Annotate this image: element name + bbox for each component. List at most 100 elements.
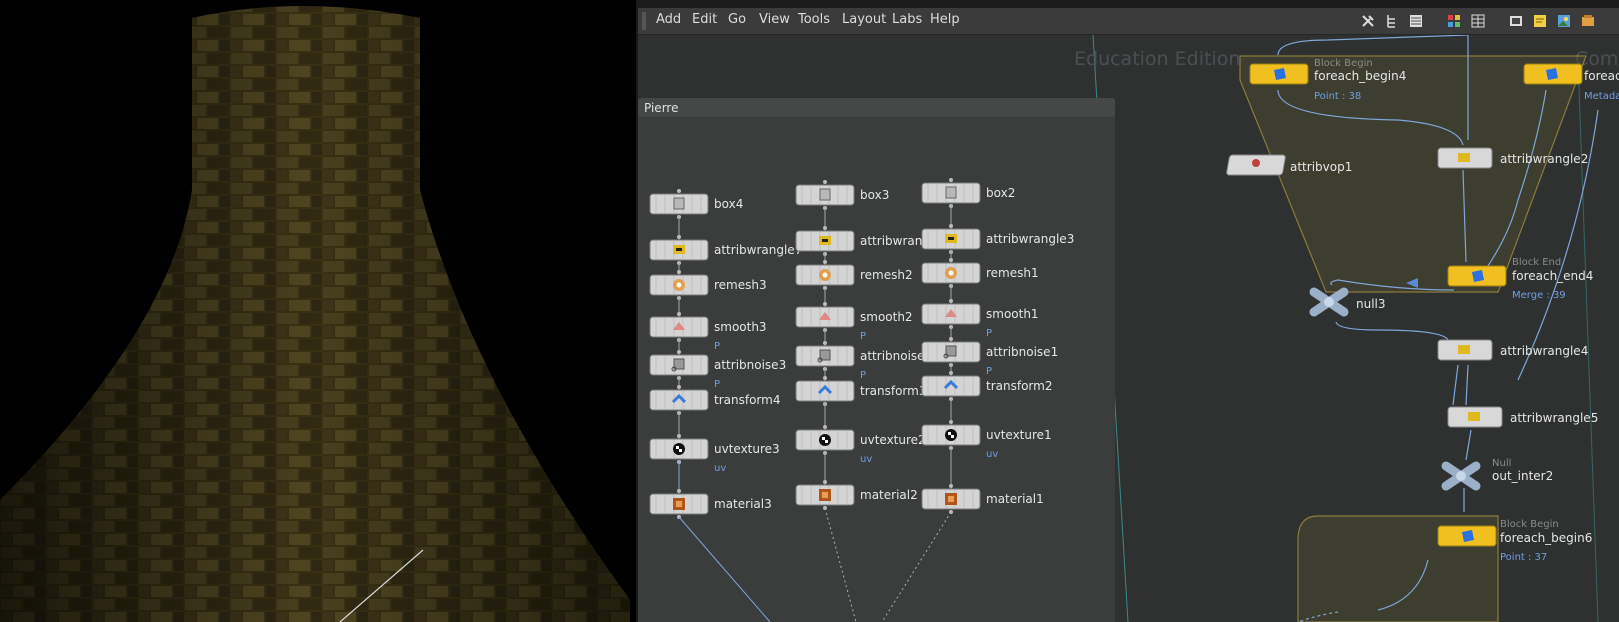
menu-help[interactable]: Help [930,12,960,27]
menu-grip[interactable] [642,12,646,30]
wrangle-icon [819,236,831,245]
remesh-icon [673,279,685,291]
node-label: attribnoise3 [714,358,786,372]
node-attr-label: P [986,328,992,339]
uvtexture-icon [945,429,957,441]
node-type-label: Block Begin [1314,58,1373,69]
node-label: attribwrangle4 [1500,344,1588,358]
material-icon [945,493,957,505]
node-label: box3 [860,188,889,202]
node-attribwrangle4[interactable]: attribwrangle4 [1437,339,1588,361]
node-label: attribnoise2 [860,349,932,363]
image-icon[interactable] [1508,13,1524,29]
photo-icon[interactable] [1556,13,1572,29]
noise-icon [943,345,957,359]
noise-icon [817,349,831,363]
list-icon[interactable] [1408,13,1424,29]
node-attribwrangle5[interactable]: attribwrangle5 [1447,406,1598,428]
node-label: uvtexture3 [714,442,780,456]
node-label: remesh2 [860,268,913,282]
menu-tools[interactable]: Tools [798,12,830,27]
node-label: out_inter2 [1492,469,1553,483]
node-body[interactable] [649,389,709,411]
node-label: transform3 [860,384,926,398]
node-type-label: Block End [1512,257,1561,268]
remesh-icon [945,267,957,279]
material-icon [819,489,831,501]
node-label: box4 [714,197,743,211]
wrench-icon[interactable] [1360,13,1376,29]
node-out-inter2[interactable]: Null out_inter2 [1441,458,1553,491]
shelf-icon[interactable] [1580,13,1596,29]
node-graph[interactable]: Education Edition Comm Pierre box4attrib… [638,35,1619,622]
node-label: null3 [1356,297,1386,311]
note-icon[interactable] [1532,13,1548,29]
node-info: Point : 38 [1314,91,1361,102]
wrangle-icon [673,245,685,254]
noise-icon [671,358,685,372]
node-label: remesh1 [986,266,1039,280]
node-attr-label: uv [986,449,998,460]
grid-icon[interactable] [1446,13,1462,29]
node-attr-label: uv [860,454,872,465]
menu-view[interactable]: View [759,12,790,27]
node-label: attribnoise1 [986,345,1058,359]
node-label: material1 [986,492,1044,506]
wrangle-icon [945,234,957,243]
node-body[interactable] [795,380,855,402]
watermark-text: Education Edition [1074,48,1240,70]
node-info: Point : 37 [1500,552,1547,563]
node-label: remesh3 [714,278,767,292]
menu-layout[interactable]: Layout [842,12,886,27]
node-label: transform4 [714,393,780,407]
table-icon[interactable] [1470,13,1486,29]
viewport-3d[interactable] [0,0,636,622]
node-label: smooth3 [714,320,767,334]
node-label: foreach_ [1584,69,1619,83]
node-info: Merge : 39 [1512,290,1566,301]
box-icon [945,186,957,199]
node-info: Metadat [1584,91,1619,102]
node-label: uvtexture1 [986,428,1052,442]
node-type-label: Block Begin [1500,519,1559,530]
menu-bar: Add Edit Go View Tools Layout Labs Help [638,8,1619,35]
node-label: attribwrangle7 [714,243,802,257]
node-attr-label: P [860,370,866,381]
node-label: smooth1 [986,307,1039,321]
node-label: box2 [986,186,1015,200]
node-label: attribwrangle2 [1500,152,1588,166]
box-icon [673,197,685,210]
network-box-title: Pierre [644,101,678,115]
menu-add[interactable]: Add [656,12,681,27]
tree-icon[interactable] [1384,13,1400,29]
node-label: attribwrangle3 [986,232,1074,246]
remesh-icon [819,269,831,281]
node-type-label: Null [1492,458,1511,469]
node-attr-label: P [860,331,866,342]
node-body[interactable] [921,375,981,397]
node-label: material3 [714,497,772,511]
node-attr-label: P [714,341,720,352]
node-null3[interactable]: null3 [1309,287,1386,317]
node-label: foreach_end4 [1512,269,1593,283]
uvtexture-icon [819,434,831,446]
node-label: uvtexture2 [860,433,926,447]
material-icon [673,498,685,510]
network-editor[interactable]: Add Edit Go View Tools Layout Labs Help … [638,0,1619,622]
node-label: foreach_begin4 [1314,69,1406,83]
node-attr-label: uv [714,463,726,474]
node-label: attribwrangle5 [1510,411,1598,425]
node-label: smooth2 [860,310,913,324]
menu-edit[interactable]: Edit [692,12,717,27]
viewport-render [0,6,630,622]
node-attr-label: P [986,366,992,377]
node-label: attribvop1 [1290,160,1352,174]
node-label: material2 [860,488,918,502]
uvtexture-icon [673,443,685,455]
menu-go[interactable]: Go [728,12,746,27]
pane-tab-strip [638,0,1619,8]
node-label: foreach_begin6 [1500,531,1592,545]
menu-labs[interactable]: Labs [892,12,922,27]
node-attr-label: P [714,379,720,390]
node-label: transform2 [986,379,1052,393]
